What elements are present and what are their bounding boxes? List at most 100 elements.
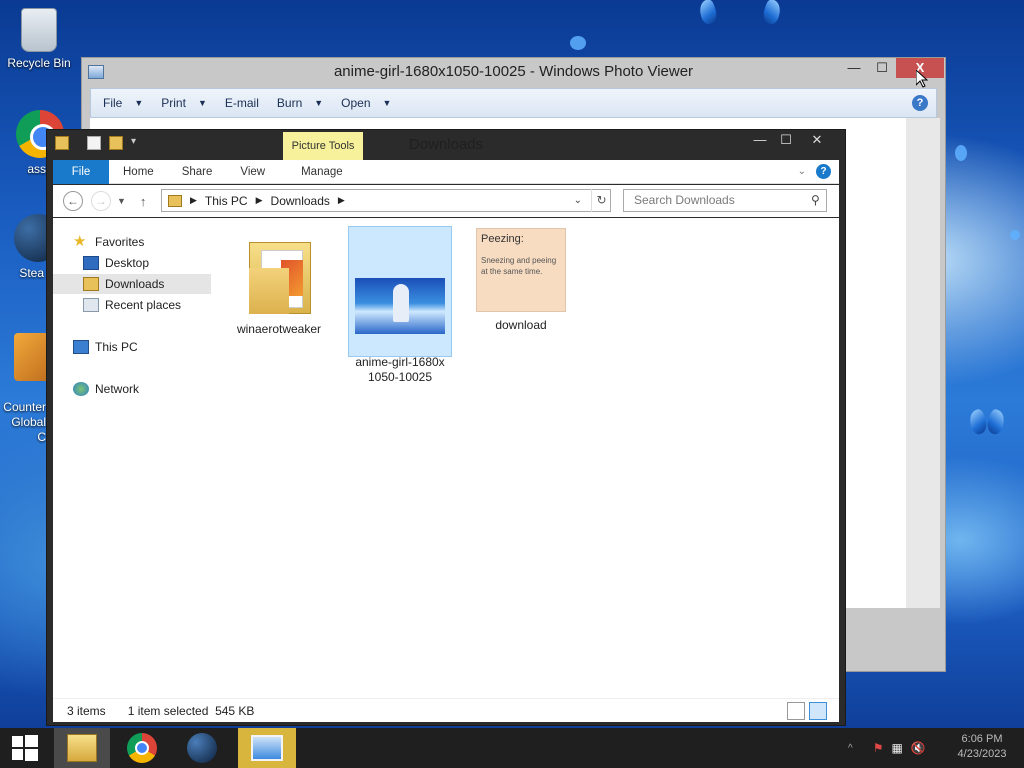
taskbar-chrome[interactable] (114, 728, 170, 768)
forward-button[interactable]: → (91, 191, 111, 211)
nav-label: Downloads (105, 277, 165, 291)
photo-viewer-scroll-area (906, 118, 940, 608)
nav-label: Desktop (105, 256, 150, 270)
help-icon[interactable]: ? (816, 164, 831, 179)
chevron-down-icon: ▼ (134, 98, 144, 108)
maximize-button[interactable]: ☐ (868, 58, 896, 78)
file-name: download (495, 318, 547, 332)
menu-label: Burn (276, 96, 303, 110)
tab-home[interactable]: Home (109, 160, 168, 184)
taskbar-photo-viewer[interactable] (238, 728, 296, 768)
menu-label: E-mail (224, 96, 259, 110)
thumbnail-text: Peezing: (481, 233, 524, 245)
menu-label: Print (161, 96, 186, 110)
ribbon-tabs: File Home Share View Manage ⌄ ? (53, 159, 839, 184)
nav-label: Favorites (95, 235, 145, 249)
tab-manage[interactable]: Manage (287, 160, 357, 184)
computer-icon (73, 340, 89, 354)
bubble-decoration (1010, 230, 1020, 240)
start-button[interactable] (0, 728, 50, 768)
details-view-icon[interactable] (787, 702, 805, 720)
bubble-decoration (570, 36, 586, 50)
file-name: winaerotweaker (236, 322, 322, 336)
file-item-folder[interactable]: winaerotweaker (227, 228, 331, 336)
taskbar: ^ ⚑ ▦ 🔇 6:06 PM 4/23/2023 (0, 728, 1024, 768)
taskbar-file-explorer[interactable] (54, 728, 110, 768)
item-count: 3 items (67, 703, 106, 718)
status-bar: 3 items 1 item selected 545 KB (53, 698, 839, 722)
breadcrumb-separator-icon[interactable]: ▶ (256, 195, 263, 206)
menu-print[interactable]: Print ▼ (161, 96, 207, 110)
recent-locations-icon[interactable]: ▼ (117, 196, 126, 206)
desktop-icon-counter-strike[interactable]: Counter Global C (0, 318, 62, 460)
photo-viewer-titlebar[interactable]: anime-girl-1680x1050-10025 - Windows Pho… (82, 58, 945, 86)
nav-label: Recent places (105, 298, 182, 312)
mouse-cursor-icon (916, 70, 928, 88)
expand-ribbon-icon[interactable]: ⌄ (798, 166, 806, 177)
menu-open[interactable]: Open ▼ (341, 96, 391, 110)
tab-file[interactable]: File (53, 159, 109, 184)
desktop-icon-steam-shortcut[interactable]: Stea (0, 214, 62, 280)
taskbar-steam[interactable] (174, 728, 230, 768)
image-thumbnail (355, 278, 445, 334)
menu-email[interactable]: E-mail (225, 96, 259, 110)
chevron-down-icon: ▼ (382, 98, 392, 108)
minimize-button[interactable]: — (840, 58, 868, 78)
star-icon: ★ (73, 233, 87, 250)
address-bar[interactable]: ▶ This PC ▶ Downloads ▶ ⌄ (161, 189, 611, 212)
desktop-icon (83, 256, 99, 270)
desktop-icon-label: ass (27, 162, 46, 176)
network-status-icon[interactable]: ▦ (891, 741, 902, 755)
navigation-bar: ← → ▼ ↑ ▶ This PC ▶ Downloads ▶ ⌄ ↻ Sear… (53, 185, 839, 217)
photo-viewer-toolbar: File ▼ Print ▼ E-mail Burn ▼ Open ▼ ? (90, 88, 937, 118)
chevron-down-icon: ▼ (197, 98, 207, 108)
up-arrow-icon[interactable]: ↑ (140, 194, 147, 209)
large-icons-view-icon[interactable] (809, 702, 827, 720)
menu-label: Open (341, 96, 371, 110)
nav-network[interactable]: Network (73, 379, 139, 399)
explorer-titlebar[interactable]: ▾ Picture Tools Downloads — ☐ ✕ (47, 130, 845, 160)
downloads-folder-icon (83, 277, 99, 291)
folder-icon (243, 228, 315, 316)
nav-favorites[interactable]: ★ Favorites (73, 232, 144, 252)
desktop-icon-recycle-bin[interactable]: Recycle Bin (2, 8, 76, 70)
desktop-icon-label: Stea (19, 266, 44, 280)
close-button[interactable]: ✕ (795, 130, 839, 150)
nav-recent-places[interactable]: Recent places (83, 295, 181, 315)
search-input[interactable]: Search Downloads (623, 189, 827, 212)
tab-share[interactable]: Share (168, 160, 227, 184)
breadcrumb-separator-icon[interactable]: ▶ (190, 195, 197, 206)
desktop-icon-chrome-shortcut[interactable]: ass (2, 110, 64, 176)
help-icon[interactable]: ? (912, 95, 928, 111)
file-item-image-selected[interactable]: anime-girl-1680x 1050-10025 (348, 226, 452, 384)
volume-muted-icon[interactable]: 🔇 (911, 741, 926, 755)
minimize-button[interactable]: — (747, 130, 773, 150)
system-clock[interactable]: 6:06 PM 4/23/2023 (952, 732, 1012, 762)
file-explorer-icon (67, 734, 97, 762)
nav-this-pc[interactable]: This PC (73, 337, 138, 357)
nav-downloads[interactable]: Downloads (53, 274, 211, 294)
show-hidden-icons-icon[interactable]: ^ (848, 743, 853, 754)
breadcrumb-separator-icon[interactable]: ▶ (338, 195, 345, 206)
explorer-window[interactable]: ▾ Picture Tools Downloads — ☐ ✕ File Hom… (46, 129, 846, 726)
address-dropdown-icon[interactable]: ⌄ (574, 195, 582, 206)
steam-icon (187, 733, 217, 763)
refresh-icon[interactable]: ↻ (591, 189, 611, 212)
clock-date: 4/23/2023 (957, 748, 1007, 760)
butterfly-decoration (700, 0, 780, 50)
tab-view[interactable]: View (226, 160, 279, 184)
breadcrumb-downloads[interactable]: Downloads (271, 194, 330, 208)
back-button[interactable]: ← (63, 191, 83, 211)
action-center-flag-icon[interactable]: ⚑ (873, 741, 884, 755)
file-name: anime-girl-1680x 1050-10025 (355, 355, 445, 384)
menu-file[interactable]: File ▼ (103, 96, 143, 110)
file-item-image[interactable]: Peezing: Sneezing and peeing at the same… (469, 228, 573, 332)
breadcrumb-this-pc[interactable]: This PC (205, 194, 248, 208)
search-icon[interactable]: ⚲ (811, 193, 833, 207)
menu-burn[interactable]: Burn ▼ (277, 96, 323, 110)
nav-desktop[interactable]: Desktop (83, 253, 149, 273)
file-list: winaerotweaker anime-girl-1680x 1050-100… (211, 218, 839, 698)
system-tray: ^ ⚑ ▦ 🔇 (848, 728, 926, 768)
navigation-pane: ★ Favorites Desktop Downloads Recent pla… (53, 218, 211, 698)
thumbnail-text: Sneezing and peeing at the same time. (481, 256, 557, 276)
